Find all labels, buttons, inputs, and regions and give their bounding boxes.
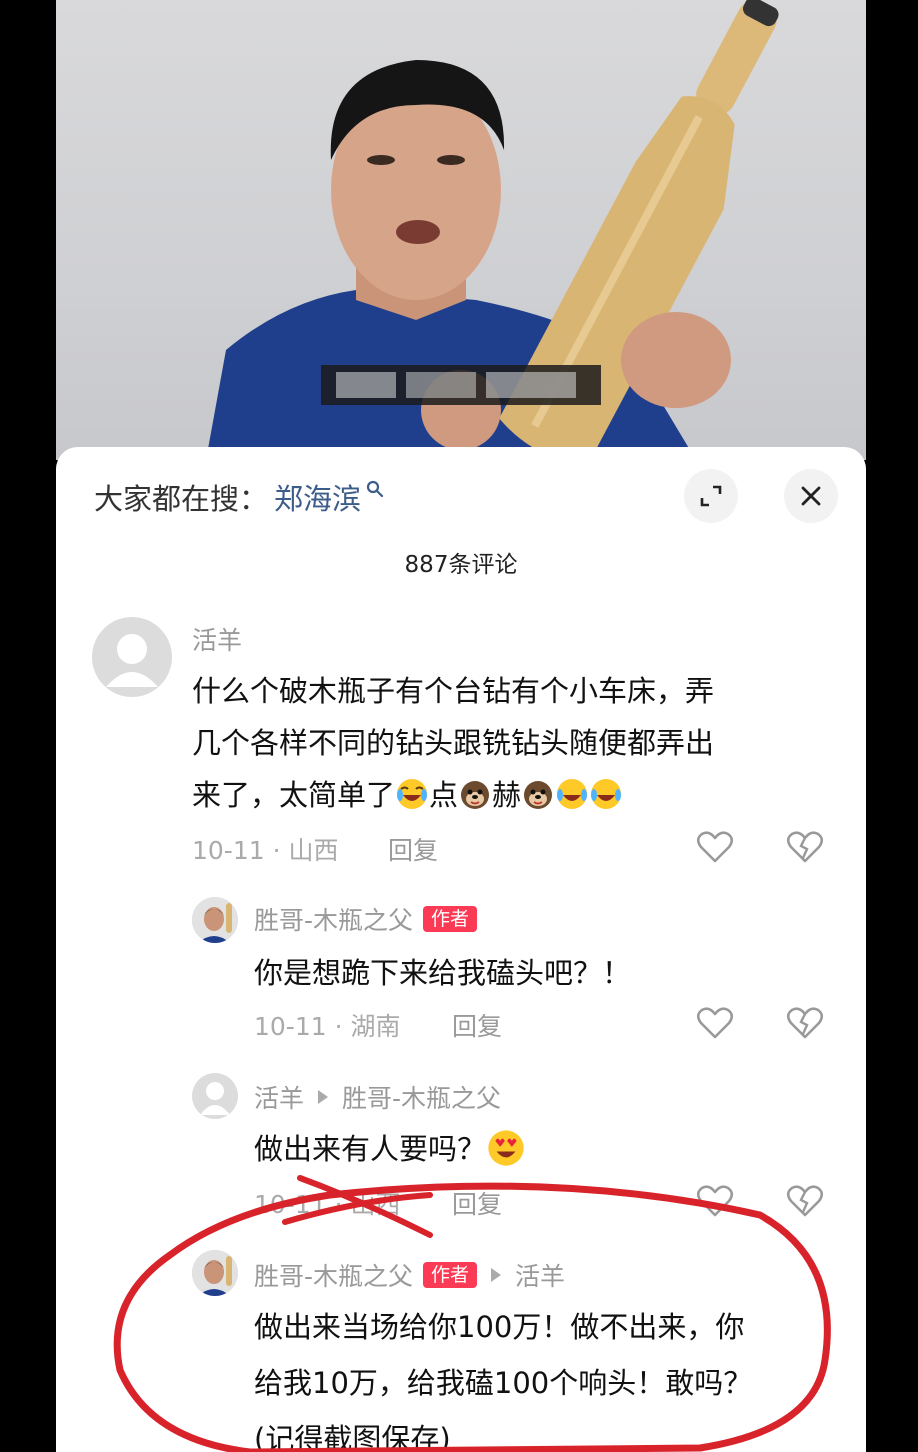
comment-meta: 10-11 · 湖南	[254, 1012, 401, 1041]
reply-username-row: 胜哥-木瓶之父 作者 活羊	[254, 1257, 565, 1293]
reply-to-username[interactable]: 活羊	[515, 1257, 565, 1293]
reply-text-line: 给我10万，给我磕100个响头！敢吗？	[254, 1366, 753, 1400]
screenshot: 大家都在搜： 郑海滨 887条评论 活羊 什么个破木瓶子有个台钻有个小车床，弄 …	[0, 0, 918, 1452]
comment-text-line: 几个各样不同的钻头跟铣钻头随便都弄出	[192, 726, 715, 760]
reply-to-arrow-icon	[491, 1268, 502, 1282]
laugh-cry-emoji-icon	[591, 779, 622, 809]
dislike-broken-heart-icon[interactable]	[786, 1184, 824, 1218]
comment-date: 10-11	[254, 1012, 327, 1041]
avatar[interactable]	[92, 617, 172, 697]
hot-search-bar[interactable]: 大家都在搜： 郑海滨	[94, 475, 385, 519]
laugh-cry-emoji-icon	[397, 779, 428, 809]
dog-face-emoji-icon	[524, 781, 553, 809]
author-avatar-image	[192, 897, 238, 943]
reply-text: 做出来当场给你100万！做不出来，你 给我10万，给我磕100个响头！敢吗？ (…	[254, 1299, 854, 1452]
reply-text: 你是想跪下来给我磕头吧？！	[254, 956, 632, 990]
reply-username-row: 胜哥-木瓶之父 作者	[254, 901, 478, 937]
comment-text-segment: 来了，太简单了	[192, 778, 396, 812]
close-icon	[801, 486, 821, 506]
author-avatar-image	[192, 1250, 238, 1296]
dog-face-emoji-icon	[461, 781, 490, 809]
comment-location: 山西	[350, 1190, 401, 1219]
video-frame-illustration	[206, 0, 779, 460]
reply-to-arrow-icon	[318, 1090, 329, 1104]
reply-text: 做出来有人要吗？	[254, 1123, 526, 1175]
video-player[interactable]	[56, 0, 866, 460]
avatar[interactable]	[192, 1073, 238, 1119]
comment-text-line: 来了，太简单了点赫	[192, 769, 832, 821]
author-badge: 作者	[423, 1262, 478, 1288]
reply-text-segment: 做出来有人要吗？	[254, 1132, 487, 1166]
reply-button[interactable]: 回复	[388, 831, 438, 867]
comment-location: 山西	[288, 836, 339, 865]
avatar[interactable]	[192, 1250, 238, 1296]
hot-search-prefix: 大家都在搜：	[94, 482, 269, 516]
comment-count: 887条评论	[404, 552, 518, 578]
comment-panel: 大家都在搜： 郑海滨 887条评论 活羊 什么个破木瓶子有个台钻有个小车床，弄 …	[56, 447, 866, 1452]
hot-search-term[interactable]: 郑海滨	[274, 476, 361, 518]
comment-text-segment: 赫	[492, 778, 522, 812]
reply-button[interactable]: 回复	[452, 1007, 502, 1043]
close-button[interactable]	[784, 469, 838, 523]
dislike-broken-heart-icon[interactable]	[786, 1006, 824, 1040]
reply-to-username[interactable]: 胜哥-木瓶之父	[342, 1079, 501, 1115]
reply-username[interactable]: 活羊	[254, 1079, 304, 1115]
comment-meta: 10-11 · 山西	[254, 1190, 401, 1219]
default-avatar-icon	[106, 634, 158, 687]
expand-button[interactable]	[684, 469, 738, 523]
comment-date: 10-11	[192, 836, 265, 865]
comment-meta: 10-11 · 山西	[192, 836, 339, 865]
reply-username[interactable]: 胜哥-木瓶之父	[254, 1257, 413, 1293]
reply-button[interactable]: 回复	[452, 1185, 502, 1221]
comment-date: 10-11	[254, 1190, 327, 1219]
heart-eyes-emoji-icon	[488, 1130, 524, 1166]
comment-text-segment: 点	[429, 778, 459, 812]
reply-text-line: (记得截图保存)	[254, 1422, 451, 1452]
dislike-broken-heart-icon[interactable]	[786, 830, 824, 864]
expand-icon	[700, 485, 722, 507]
like-heart-icon[interactable]	[696, 830, 734, 864]
author-badge: 作者	[423, 906, 478, 932]
reply-username[interactable]: 胜哥-木瓶之父	[254, 901, 413, 937]
reply-username-row: 活羊 胜哥-木瓶之父	[254, 1079, 501, 1115]
default-avatar-icon	[200, 1082, 230, 1115]
like-heart-icon[interactable]	[696, 1006, 734, 1040]
reply-text-line: 做出来当场给你100万！做不出来，你	[254, 1310, 745, 1344]
search-icon	[366, 480, 384, 498]
comment-location: 湖南	[350, 1012, 401, 1041]
avatar[interactable]	[192, 897, 238, 943]
comment-text: 什么个破木瓶子有个台钻有个小车床，弄 几个各样不同的钻头跟铣钻头随便都弄出 来了…	[192, 665, 832, 821]
like-heart-icon[interactable]	[696, 1184, 734, 1218]
laugh-cry-emoji-icon	[557, 779, 588, 809]
comment-username[interactable]: 活羊	[192, 621, 242, 657]
comment-text-line: 什么个破木瓶子有个台钻有个小车床，弄	[192, 674, 715, 708]
